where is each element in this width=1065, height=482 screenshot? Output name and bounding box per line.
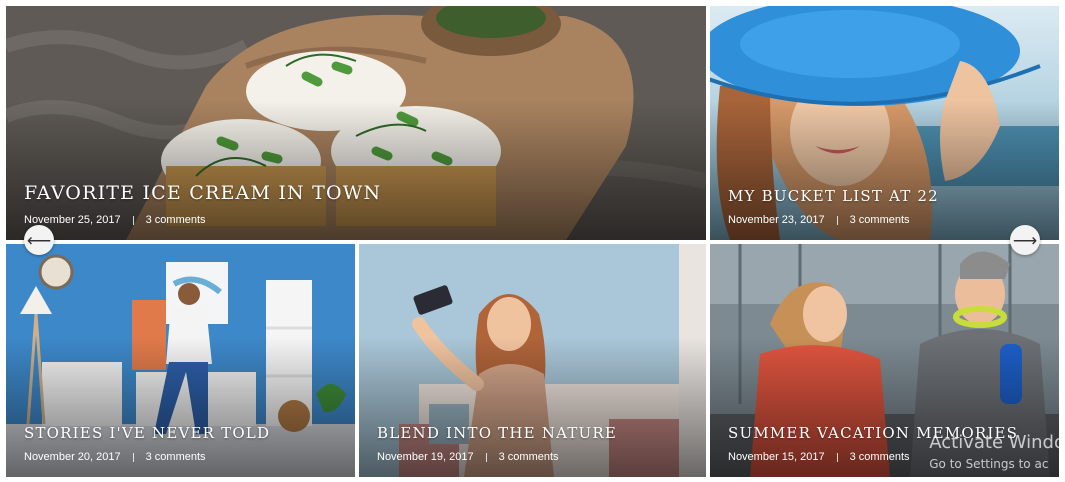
post-comments-link[interactable]: 3 comments xyxy=(146,214,206,226)
meta-divider xyxy=(836,215,838,225)
meta-divider xyxy=(836,452,838,462)
post-comments-link[interactable]: 3 comments xyxy=(146,451,206,463)
meta-divider xyxy=(132,215,134,225)
post-date: November 15, 2017 xyxy=(728,451,825,463)
slider-next-button[interactable]: ⟶ xyxy=(1010,225,1040,255)
post-title[interactable]: MY BUCKET LIST AT 22 xyxy=(728,187,1041,205)
post-title[interactable]: FAVORITE ICE CREAM IN TOWN xyxy=(24,183,688,204)
post-comments-link[interactable]: 3 comments xyxy=(850,214,910,226)
watermark-line-2: Go to Settings to ac xyxy=(929,457,1049,471)
watermark-line-1: Activate Windo xyxy=(929,432,1065,453)
post-card-stories-never-told[interactable]: STORIES I'VE NEVER TOLD November 20, 201… xyxy=(6,244,355,477)
post-date: November 23, 2017 xyxy=(728,214,825,226)
post-date: November 19, 2017 xyxy=(377,451,474,463)
post-card-blend-into-nature[interactable]: BLEND INTO THE NATURE November 19, 2017 … xyxy=(359,244,706,477)
post-date: November 20, 2017 xyxy=(24,451,121,463)
post-comments-link[interactable]: 3 comments xyxy=(499,451,559,463)
windows-activation-watermark: Activate Windo Go to Settings to ac xyxy=(929,432,1065,471)
arrow-left-icon: ⟵ xyxy=(26,230,52,250)
post-title[interactable]: STORIES I'VE NEVER TOLD xyxy=(24,424,337,442)
post-comments-link[interactable]: 3 comments xyxy=(850,451,910,463)
arrow-right-icon: ⟶ xyxy=(1012,230,1038,250)
meta-divider xyxy=(485,452,487,462)
slider-prev-button[interactable]: ⟵ xyxy=(24,225,54,255)
post-title[interactable]: BLEND INTO THE NATURE xyxy=(377,424,688,442)
post-card-favorite-ice-cream[interactable]: FAVORITE ICE CREAM IN TOWN November 25, … xyxy=(6,6,706,240)
meta-divider xyxy=(132,452,134,462)
post-card-bucket-list[interactable]: MY BUCKET LIST AT 22 November 23, 2017 3… xyxy=(710,6,1059,240)
